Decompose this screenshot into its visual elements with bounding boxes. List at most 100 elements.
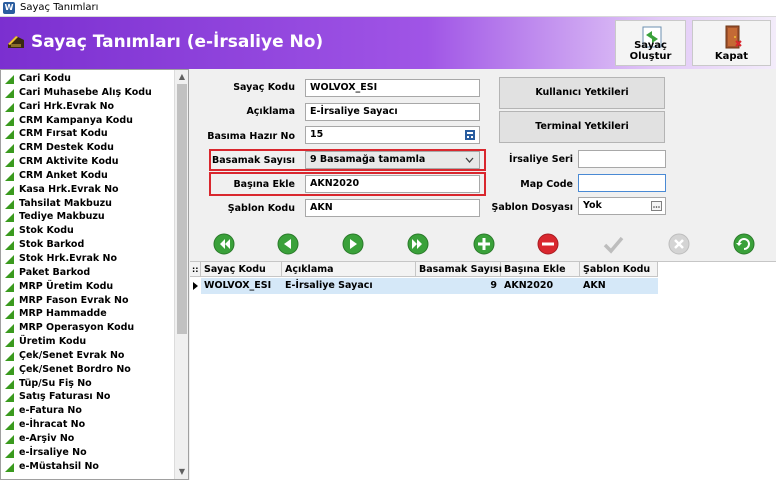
list-item[interactable]: CRM Anket Kodu: [1, 169, 175, 183]
list-item[interactable]: e-Müstahsil No: [1, 460, 175, 474]
list-item-icon: [5, 254, 14, 264]
list-item-label: Satış Faturası No: [19, 391, 111, 403]
cell-basamak-sayisi[interactable]: 9: [416, 278, 501, 294]
record-navigator: [190, 227, 776, 261]
sablon-dosyasi-value: Yok: [583, 200, 602, 211]
list-item[interactable]: e-İhracat No: [1, 418, 175, 432]
list-item[interactable]: Cari Muhasebe Alış Kodu: [1, 86, 175, 100]
counter-list[interactable]: Cari Kodu Cari Muhasebe Alış Kodu Cari Hrk…: [0, 69, 189, 480]
list-item[interactable]: Cari Hrk.Evrak No: [1, 100, 175, 114]
col-header-sablon-kodu[interactable]: Şablon Kodu: [580, 262, 658, 277]
list-item[interactable]: MRP Fason Evrak No: [1, 294, 175, 308]
sablon-dosyasi-input[interactable]: Yok: [578, 197, 666, 215]
confirm-icon[interactable]: [602, 233, 624, 255]
basima-hazir-no-input[interactable]: 15: [305, 126, 480, 144]
refresh-icon[interactable]: [733, 233, 755, 255]
sayac-kodu-input[interactable]: WOLVOX_ESI: [305, 79, 480, 97]
basamak-sayisi-select[interactable]: 9 Basamağa tamamla: [305, 151, 480, 169]
counter-form: Sayaç Kodu WOLVOX_ESI Açıklama E-İrsaliy…: [190, 69, 776, 227]
list-item-icon: [5, 75, 14, 84]
grid-corner: ::: [190, 262, 201, 277]
list-item[interactable]: MRP Üretim Kodu: [1, 280, 175, 294]
list-item[interactable]: Satış Faturası No: [1, 390, 175, 404]
list-item-icon: [5, 282, 14, 292]
prev-icon[interactable]: [277, 233, 299, 255]
list-item[interactable]: Cari Kodu: [1, 72, 175, 86]
basamak-sayisi-label: Basamak Sayısı: [212, 155, 295, 166]
cell-basina-ekle[interactable]: AKN2020: [501, 278, 580, 294]
first-icon[interactable]: [213, 233, 235, 255]
cell-sablon-kodu[interactable]: AKN: [580, 278, 658, 294]
list-item[interactable]: Stok Barkod: [1, 238, 175, 252]
next-icon[interactable]: [342, 233, 364, 255]
list-item[interactable]: e-İrsaliye No: [1, 446, 175, 460]
list-item-icon: [5, 296, 14, 306]
list-item-label: Kasa Hrk.Evrak No: [19, 183, 119, 195]
app-icon: W: [3, 2, 15, 14]
scroll-down-icon[interactable]: ▼: [178, 468, 186, 476]
list-item[interactable]: MRP Operasyon Kodu: [1, 321, 175, 335]
list-item[interactable]: Çek/Senet Evrak No: [1, 349, 175, 363]
basina-ekle-input[interactable]: AKN2020: [305, 175, 480, 193]
list-item-icon: [5, 268, 14, 278]
aciklama-input[interactable]: E-İrsaliye Sayacı: [305, 103, 480, 121]
list-item[interactable]: CRM Aktivite Kodu: [1, 155, 175, 169]
sablon-kodu-input[interactable]: AKN: [305, 199, 480, 217]
col-header-aciklama[interactable]: Açıklama: [282, 262, 416, 277]
col-header-basina-ekle[interactable]: Başına Ekle: [501, 262, 580, 277]
list-item-icon: [5, 116, 14, 126]
counter-list-scrollbar[interactable]: ▲ ▼: [174, 70, 188, 479]
list-item-label: MRP Fason Evrak No: [19, 294, 129, 306]
exit-door-icon: [725, 25, 742, 49]
user-permissions-button[interactable]: Kullanıcı Yetkileri: [499, 77, 665, 109]
list-item-icon: [5, 241, 14, 251]
list-item-label: MRP Operasyon Kodu: [19, 322, 135, 334]
counter-grid[interactable]: :: Sayaç Kodu Açıklama Basamak Sayısı Ba…: [190, 261, 776, 480]
list-item[interactable]: CRM Fırsat Kodu: [1, 127, 175, 141]
list-item[interactable]: e-Arşiv No: [1, 432, 175, 446]
add-icon[interactable]: [473, 233, 495, 255]
table-row[interactable]: WOLVOX_ESI E-İrsaliye Sayacı 9 AKN2020 A…: [190, 278, 658, 294]
col-header-sayac-kodu[interactable]: Sayaç Kodu: [201, 262, 282, 277]
cell-sayac-kodu[interactable]: WOLVOX_ESI: [201, 278, 282, 294]
list-item[interactable]: CRM Destek Kodu: [1, 141, 175, 155]
create-counter-button[interactable]: Sayaç Oluştur: [615, 20, 686, 66]
irsaliye-seri-input[interactable]: [578, 150, 666, 168]
list-item[interactable]: Tahsilat Makbuzu: [1, 197, 175, 211]
list-item[interactable]: Stok Hrk.Evrak No: [1, 252, 175, 266]
list-item-label: CRM Aktivite Kodu: [19, 156, 119, 168]
list-item[interactable]: MRP Hammadde: [1, 307, 175, 321]
list-item[interactable]: Kasa Hrk.Evrak No: [1, 183, 175, 197]
col-header-basamak-sayisi[interactable]: Basamak Sayısı: [416, 262, 502, 277]
terminal-permissions-button[interactable]: Terminal Yetkileri: [499, 111, 665, 143]
browse-icon[interactable]: [651, 201, 662, 211]
list-item[interactable]: Stok Kodu: [1, 224, 175, 238]
list-item[interactable]: Tüp/Su Fiş No: [1, 377, 175, 391]
list-item[interactable]: Üretim Kodu: [1, 335, 175, 349]
map-code-label: Map Code: [520, 179, 573, 190]
list-item-label: CRM Anket Kodu: [19, 169, 108, 181]
list-item-icon: [5, 227, 14, 237]
aciklama-label: Açıklama: [246, 106, 295, 117]
scroll-thumb[interactable]: [177, 84, 187, 334]
calculator-icon[interactable]: [464, 129, 476, 141]
counter-icon: [8, 36, 24, 48]
list-item-label: Cari Kodu: [19, 73, 71, 84]
list-item-label: Tüp/Su Fiş No: [19, 377, 92, 389]
list-item[interactable]: Tediye Makbuzu: [1, 210, 175, 224]
list-item-label: Stok Kodu: [19, 225, 74, 237]
last-icon[interactable]: [407, 233, 429, 255]
scroll-up-icon[interactable]: ▲: [178, 73, 186, 81]
list-item[interactable]: Çek/Senet Bordro No: [1, 363, 175, 377]
delete-icon[interactable]: [537, 233, 559, 255]
list-item-icon: [5, 171, 14, 181]
map-code-input[interactable]: [578, 174, 666, 192]
list-item-icon: [5, 338, 14, 348]
close-button[interactable]: Kapat: [692, 20, 771, 66]
list-item[interactable]: e-Fatura No: [1, 404, 175, 418]
list-item-icon: [5, 407, 14, 417]
list-item[interactable]: Paket Barkod: [1, 266, 175, 280]
list-item[interactable]: CRM Kampanya Kodu: [1, 114, 175, 128]
cell-aciklama[interactable]: E-İrsaliye Sayacı: [282, 278, 416, 294]
cancel-icon[interactable]: [668, 233, 690, 255]
